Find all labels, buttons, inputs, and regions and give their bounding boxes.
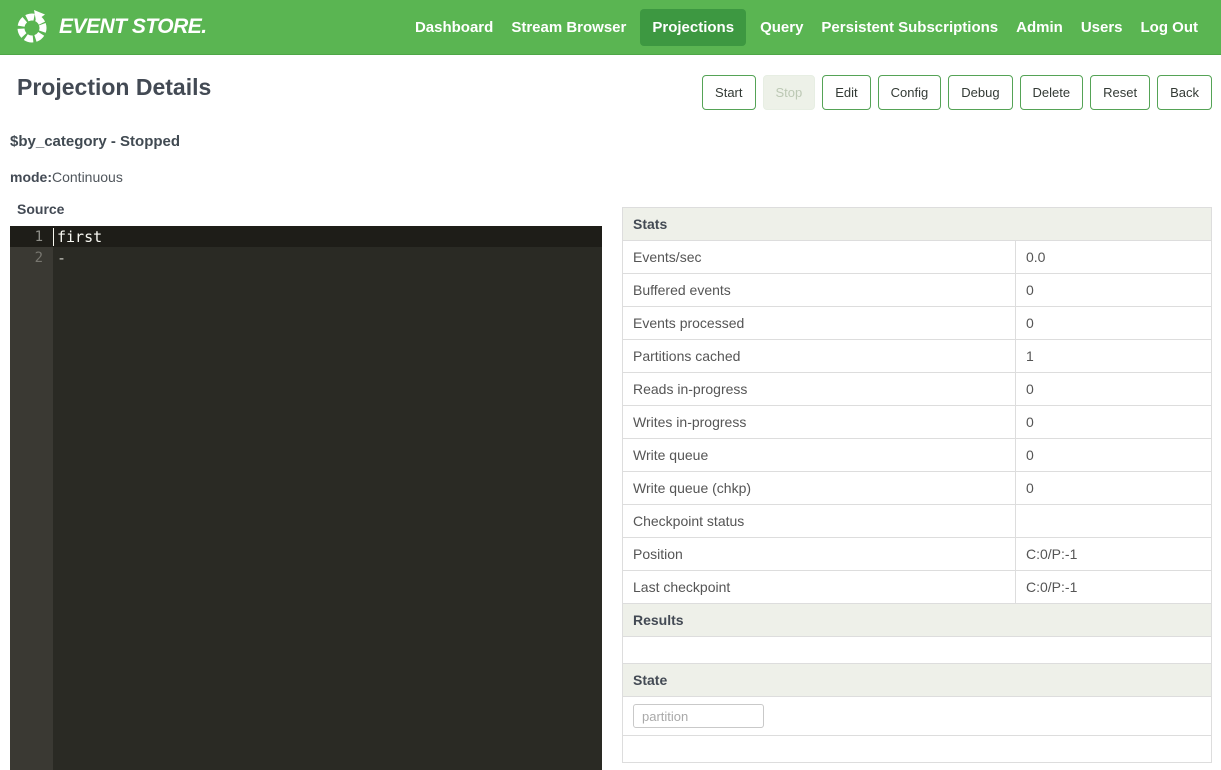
top-nav: EVENT STORE. Dashboard Stream Browser Pr…	[0, 0, 1221, 55]
page-title: Projection Details	[17, 74, 211, 101]
stat-label: Last checkpoint	[623, 571, 1016, 604]
mode-label: mode:	[10, 169, 52, 185]
debug-button[interactable]: Debug	[948, 75, 1012, 110]
nav-item-users[interactable]: Users	[1072, 9, 1132, 46]
start-button[interactable]: Start	[702, 75, 755, 110]
editor-line: 2 -	[10, 247, 602, 268]
nav-item-dashboard[interactable]: Dashboard	[406, 9, 502, 46]
event-store-logo-icon	[14, 9, 50, 45]
stats-row: Events/sec 0.0	[623, 241, 1212, 274]
state-content	[623, 736, 1212, 763]
projection-mode: mode:Continuous	[10, 169, 1212, 185]
nav-menu: Dashboard Stream Browser Projections Que…	[406, 9, 1207, 46]
stat-value: 0	[1016, 373, 1212, 406]
stat-label: Checkpoint status	[623, 505, 1016, 538]
stat-label: Events/sec	[623, 241, 1016, 274]
stats-row: Reads in-progress 0	[623, 373, 1212, 406]
stat-value: 0.0	[1016, 241, 1212, 274]
stats-row: Position C:0/P:-1	[623, 538, 1212, 571]
delete-button[interactable]: Delete	[1020, 75, 1084, 110]
details-table: Stats Events/sec 0.0 Buffered events 0 E…	[622, 207, 1212, 763]
stat-value: 0	[1016, 274, 1212, 307]
stats-row: Writes in-progress 0	[623, 406, 1212, 439]
stat-value: 0	[1016, 406, 1212, 439]
stat-value: 0	[1016, 439, 1212, 472]
nav-item-persistent-subscriptions[interactable]: Persistent Subscriptions	[812, 9, 1007, 46]
state-section-header: State	[623, 664, 1212, 697]
stat-value: C:0/P:-1	[1016, 538, 1212, 571]
brand-text: EVENT STORE.	[59, 15, 207, 39]
stat-label: Reads in-progress	[623, 373, 1016, 406]
stat-label: Partitions cached	[623, 340, 1016, 373]
page-header: Projection Details Start Stop Edit Confi…	[9, 55, 1212, 110]
stat-value	[1016, 505, 1212, 538]
stat-label: Position	[623, 538, 1016, 571]
stats-title: Stats	[623, 208, 1212, 241]
stats-row: Last checkpoint C:0/P:-1	[623, 571, 1212, 604]
nav-item-stream-browser[interactable]: Stream Browser	[502, 9, 635, 46]
mode-value: Continuous	[52, 169, 123, 185]
stat-value: 1	[1016, 340, 1212, 373]
stat-value: 0	[1016, 307, 1212, 340]
back-button[interactable]: Back	[1157, 75, 1212, 110]
source-code-editor[interactable]: 1 first 2 -	[10, 226, 602, 770]
stats-row: Write queue (chkp) 0	[623, 472, 1212, 505]
code-text: first	[53, 228, 102, 246]
nav-item-projections[interactable]: Projections	[640, 9, 746, 46]
line-number: 2	[10, 250, 53, 266]
state-title: State	[623, 664, 1212, 697]
stat-value: 0	[1016, 472, 1212, 505]
page-content: Projection Details Start Stop Edit Confi…	[0, 55, 1221, 770]
reset-button[interactable]: Reset	[1090, 75, 1150, 110]
line-number: 1	[10, 229, 53, 245]
stats-row: Write queue 0	[623, 439, 1212, 472]
stats-row: Events processed 0	[623, 307, 1212, 340]
main-columns: Source 1 first 2 - Stats	[9, 201, 1212, 770]
brand[interactable]: EVENT STORE.	[14, 9, 207, 45]
state-partition-row	[623, 697, 1212, 736]
partition-cell	[623, 697, 1212, 736]
stats-row: Checkpoint status	[623, 505, 1212, 538]
stat-label: Write queue	[623, 439, 1016, 472]
stat-label: Events processed	[623, 307, 1016, 340]
nav-item-log-out[interactable]: Log Out	[1132, 9, 1207, 46]
stats-row: Partitions cached 1	[623, 340, 1212, 373]
results-empty-row	[623, 637, 1212, 664]
projection-name-status: $by_category - Stopped	[10, 133, 1212, 150]
results-title: Results	[623, 604, 1212, 637]
state-empty-row	[623, 736, 1212, 763]
stat-label: Buffered events	[623, 274, 1016, 307]
edit-button[interactable]: Edit	[822, 75, 870, 110]
code-text: -	[53, 249, 66, 267]
projection-toolbar: Start Stop Edit Config Debug Delete Rese…	[695, 75, 1212, 110]
config-button[interactable]: Config	[878, 75, 942, 110]
stat-value: C:0/P:-1	[1016, 571, 1212, 604]
editor-line: 1 first	[10, 226, 602, 247]
details-panel: Stats Events/sec 0.0 Buffered events 0 E…	[622, 201, 1212, 770]
stat-label: Write queue (chkp)	[623, 472, 1016, 505]
results-content	[623, 637, 1212, 664]
partition-input[interactable]	[633, 704, 764, 728]
source-label: Source	[17, 201, 602, 217]
stats-section-header: Stats	[623, 208, 1212, 241]
stop-button: Stop	[763, 75, 816, 110]
nav-item-admin[interactable]: Admin	[1007, 9, 1072, 46]
results-section-header: Results	[623, 604, 1212, 637]
stats-row: Buffered events 0	[623, 274, 1212, 307]
stat-label: Writes in-progress	[623, 406, 1016, 439]
nav-item-query[interactable]: Query	[751, 9, 812, 46]
source-panel: Source 1 first 2 -	[10, 201, 602, 770]
